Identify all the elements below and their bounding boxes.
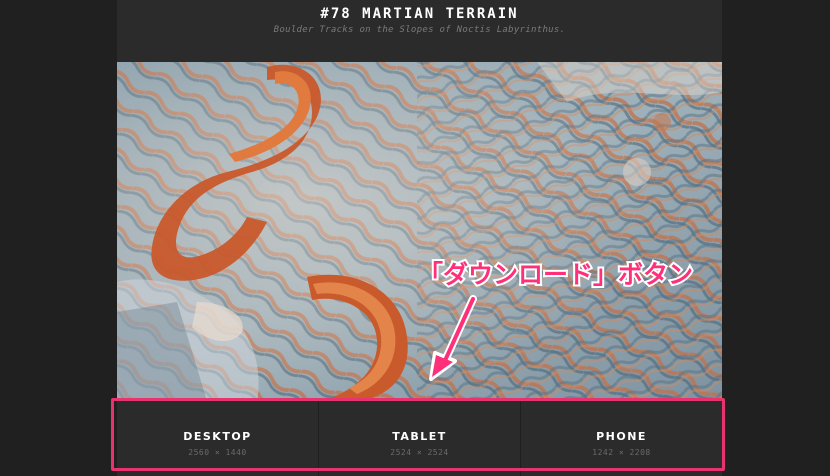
page-subtitle: Boulder Tracks on the Slopes of Noctis L… [273,25,566,35]
page-title: #78 MARTIAN TERRAIN [320,6,519,22]
tablet-download-button[interactable]: TABLET 2524 × 2524 [319,401,521,476]
download-buttons: DESKTOP 2560 × 1440 TABLET 2524 × 2524 P… [117,401,722,476]
phone-label: PHONE [596,430,647,443]
wallpaper-preview-image [117,62,722,401]
tablet-size: 2524 × 2524 [390,448,449,457]
annotation-label: 「ダウンロード」ボタン [416,258,695,291]
desktop-size: 2560 × 1440 [188,448,247,457]
desktop-label: DESKTOP [183,430,252,443]
phone-size: 1242 × 2208 [592,448,651,457]
header: #78 MARTIAN TERRAIN Boulder Tracks on th… [117,0,722,62]
phone-download-button[interactable]: PHONE 1242 × 2208 [521,401,722,476]
tablet-label: TABLET [392,430,447,443]
annotation-arrow-icon [429,295,477,381]
desktop-download-button[interactable]: DESKTOP 2560 × 1440 [117,401,319,476]
